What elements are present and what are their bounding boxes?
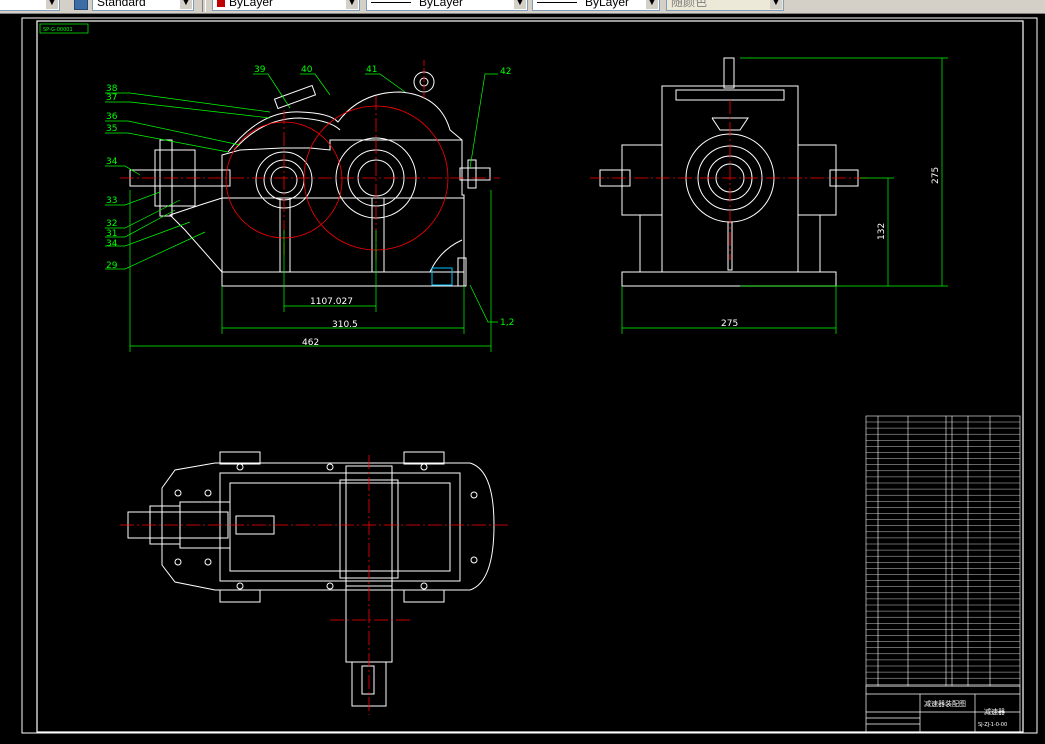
plotstyle-select[interactable]: 随颜色 ▼	[666, 0, 784, 11]
title-code: SJ-ZJ-1-0-00	[978, 722, 1007, 728]
title-drawing-name: 减速器装配图	[924, 699, 966, 708]
parts-list-rows	[866, 421, 1020, 685]
linetype-preview-icon	[371, 2, 411, 4]
front-view[interactable]	[129, 71, 491, 287]
lineweight-value: ByLayer	[585, 0, 630, 9]
balloon-34b: 34	[106, 239, 118, 249]
dim-side-height: 275	[931, 167, 941, 184]
inner-frame	[36, 20, 1024, 733]
corner-tag: SP-G-00001	[43, 27, 73, 33]
chevron-down-icon: ▼	[46, 0, 58, 9]
balloon-34: 34	[106, 157, 118, 167]
chevron-down-icon: ▼	[770, 0, 782, 9]
chevron-down-icon: ▼	[346, 0, 358, 9]
textstyle-icon[interactable]	[74, 0, 88, 10]
dim-center-distance: 1107.027	[310, 297, 353, 307]
previous-combo[interactable]: ▼	[0, 0, 60, 11]
balloon-29: 29	[106, 261, 118, 271]
toolbar-separator	[202, 0, 206, 12]
chevron-down-icon: ▼	[646, 0, 658, 9]
front-dimensions	[129, 190, 492, 352]
parts-list[interactable]	[865, 415, 1021, 687]
balloon-1-2: 1,2	[500, 318, 514, 328]
balloon-39: 39	[254, 65, 266, 75]
balloon-31: 31	[106, 229, 117, 239]
side-centerlines	[590, 100, 870, 260]
balloon-32: 32	[106, 219, 117, 229]
side-view[interactable]	[599, 57, 859, 287]
side-dimensions	[621, 57, 948, 334]
chevron-down-icon: ▼	[180, 0, 192, 9]
top-view[interactable]	[127, 451, 495, 707]
dim-total-length: 462	[302, 338, 319, 348]
color-select[interactable]: ByLayer ▼	[212, 0, 360, 11]
linetype-select[interactable]: ByLayer ▼	[366, 0, 528, 11]
outer-frame	[21, 17, 1038, 734]
linetype-value: ByLayer	[419, 0, 464, 9]
balloon-35: 35	[106, 124, 117, 134]
lineweight-preview-icon	[537, 2, 577, 4]
drawing-canvas[interactable]: SP-G-00001 1107.027 310.5 462 39 40 41 4…	[0, 14, 1045, 739]
balloon-41: 41	[366, 65, 377, 75]
dim-base-length: 310.5	[332, 320, 358, 330]
balloon-42: 42	[500, 67, 511, 77]
balloon-40: 40	[301, 65, 313, 75]
balloon-36: 36	[106, 112, 118, 122]
front-pitch-circles	[120, 60, 500, 260]
plotstyle-value: 随颜色	[671, 0, 708, 9]
title-company: 减速器	[984, 707, 1005, 716]
properties-toolbar: ▼ Standard ▼ ByLayer ▼ ByLayer ▼ ByLayer…	[0, 0, 1045, 14]
color-swatch-icon	[217, 0, 225, 7]
dim-side-axis-height: 132	[877, 223, 887, 240]
textstyle-select[interactable]: Standard ▼	[92, 0, 194, 11]
chevron-down-icon: ▼	[514, 0, 526, 9]
balloon-33: 33	[106, 196, 117, 206]
balloon-37: 37	[106, 93, 117, 103]
layer-value: ByLayer	[229, 0, 274, 9]
dim-side-width: 275	[721, 319, 738, 329]
cad-drawing[interactable]: SP-G-00001 1107.027 310.5 462 39 40 41 4…	[0, 14, 1045, 739]
lineweight-select[interactable]: ByLayer ▼	[532, 0, 660, 11]
textstyle-value: Standard	[97, 0, 146, 9]
